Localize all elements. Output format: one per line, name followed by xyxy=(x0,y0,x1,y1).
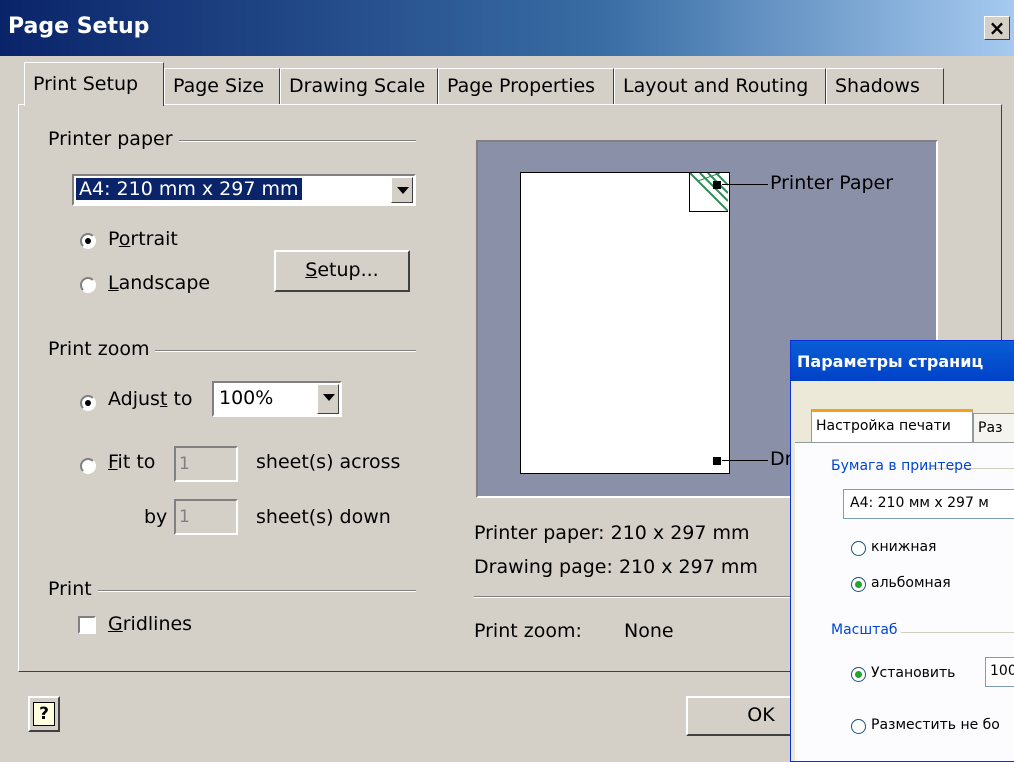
printer-paper-callout: Printer Paper xyxy=(770,172,894,194)
ru-fit-radio[interactable] xyxy=(851,719,866,734)
ru-title-bar: Параметры страниц xyxy=(791,341,1014,381)
adjust-to-label[interactable]: Adjust to xyxy=(108,388,193,410)
portrait-radio[interactable] xyxy=(80,233,96,249)
landscape-radio[interactable] xyxy=(80,277,96,293)
ru-portrait-label[interactable]: книжная xyxy=(871,539,936,555)
ru-tab-next[interactable]: Раз xyxy=(973,413,1014,443)
tab-print-setup[interactable]: Print Setup xyxy=(24,62,164,106)
sheets-across-input[interactable]: 1 xyxy=(174,446,238,482)
info-zoom-value: None xyxy=(624,620,674,642)
drawing-page-preview xyxy=(520,172,730,474)
ru-adjust-input[interactable]: 100 xyxy=(985,657,1014,687)
adjust-to-radio[interactable] xyxy=(80,395,96,411)
printer-paper-marker xyxy=(713,181,721,189)
ru-landscape-radio[interactable] xyxy=(851,577,866,592)
landscape-label[interactable]: Landscape xyxy=(108,272,210,294)
ru-fit-label[interactable]: Разместить не бо xyxy=(871,717,1000,733)
fit-to-label[interactable]: Fit to xyxy=(108,451,155,473)
print-group-label: Print xyxy=(48,578,98,600)
info-zoom-label: Print zoom: xyxy=(474,620,582,642)
paper-size-select[interactable]: A4: 210 mm x 297 mm xyxy=(72,174,416,206)
ru-title: Параметры страниц xyxy=(797,352,984,371)
by-label: by xyxy=(144,506,168,528)
ru-zoom-group-line xyxy=(901,632,1014,633)
gridlines-label[interactable]: Gridlines xyxy=(108,613,192,635)
ru-adjust-label[interactable]: Установить xyxy=(871,665,955,681)
chevron-down-icon[interactable] xyxy=(391,177,413,203)
info-drawing-page: Drawing page: 210 x 297 mm xyxy=(474,556,758,578)
sheets-down-input[interactable]: 1 xyxy=(174,499,238,535)
chevron-down-icon[interactable] xyxy=(317,384,339,414)
ru-paper-select[interactable]: A4: 210 мм x 297 м xyxy=(843,489,1014,519)
hatch-icon xyxy=(690,173,728,211)
printer-paper-group-label: Printer paper xyxy=(48,128,179,150)
tab-page-size[interactable]: Page Size xyxy=(164,68,280,104)
setup-button[interactable]: Setup... xyxy=(274,250,410,292)
russian-page-setup-dialog: Параметры страниц Настройка печати Раз Б… xyxy=(790,340,1014,762)
drawing-page-callout-line xyxy=(722,460,768,461)
info-printer-paper: Printer paper: 210 x 297 mm xyxy=(474,522,750,544)
printer-paper-corner xyxy=(689,173,728,212)
portrait-label[interactable]: Portrait xyxy=(108,228,178,250)
zoom-percent-select[interactable]: 100% xyxy=(212,381,342,417)
tab-drawing-scale[interactable]: Drawing Scale xyxy=(280,68,438,104)
help-button[interactable]: ? xyxy=(28,696,60,732)
sheets-across-label: sheet(s) across xyxy=(256,451,401,473)
zoom-percent-value: 100% xyxy=(219,387,274,409)
paper-size-value: A4: 210 mm x 297 mm xyxy=(75,177,303,201)
ru-landscape-label[interactable]: альбомная xyxy=(871,575,951,591)
ru-zoom-group-label: Масштаб xyxy=(831,622,898,638)
print-zoom-group-label: Print zoom xyxy=(48,338,156,360)
ru-paper-value: A4: 210 мм x 297 м xyxy=(850,495,989,511)
window-title: Page Setup xyxy=(8,14,150,39)
tab-page-properties[interactable]: Page Properties xyxy=(438,68,614,104)
tab-shadows[interactable]: Shadows xyxy=(826,68,944,104)
title-bar: Page Setup × xyxy=(0,0,1014,56)
drawing-page-marker xyxy=(713,457,721,465)
gridlines-checkbox[interactable] xyxy=(78,616,96,634)
printer-paper-callout-line xyxy=(722,184,768,185)
ru-tab-print-setup[interactable]: Настройка печати xyxy=(811,409,973,443)
ru-adjust-value: 100 xyxy=(990,663,1014,679)
tab-layout-and-routing[interactable]: Layout and Routing xyxy=(614,68,826,104)
ru-adjust-radio[interactable] xyxy=(851,667,866,682)
fit-to-radio[interactable] xyxy=(80,458,96,474)
help-icon: ? xyxy=(33,702,55,726)
sheets-down-label: sheet(s) down xyxy=(256,506,391,528)
ru-paper-group-label: Бумага в принтере xyxy=(831,458,972,474)
close-button[interactable]: × xyxy=(984,16,1010,40)
ru-portrait-radio[interactable] xyxy=(851,541,866,556)
print-group-line xyxy=(50,590,416,592)
